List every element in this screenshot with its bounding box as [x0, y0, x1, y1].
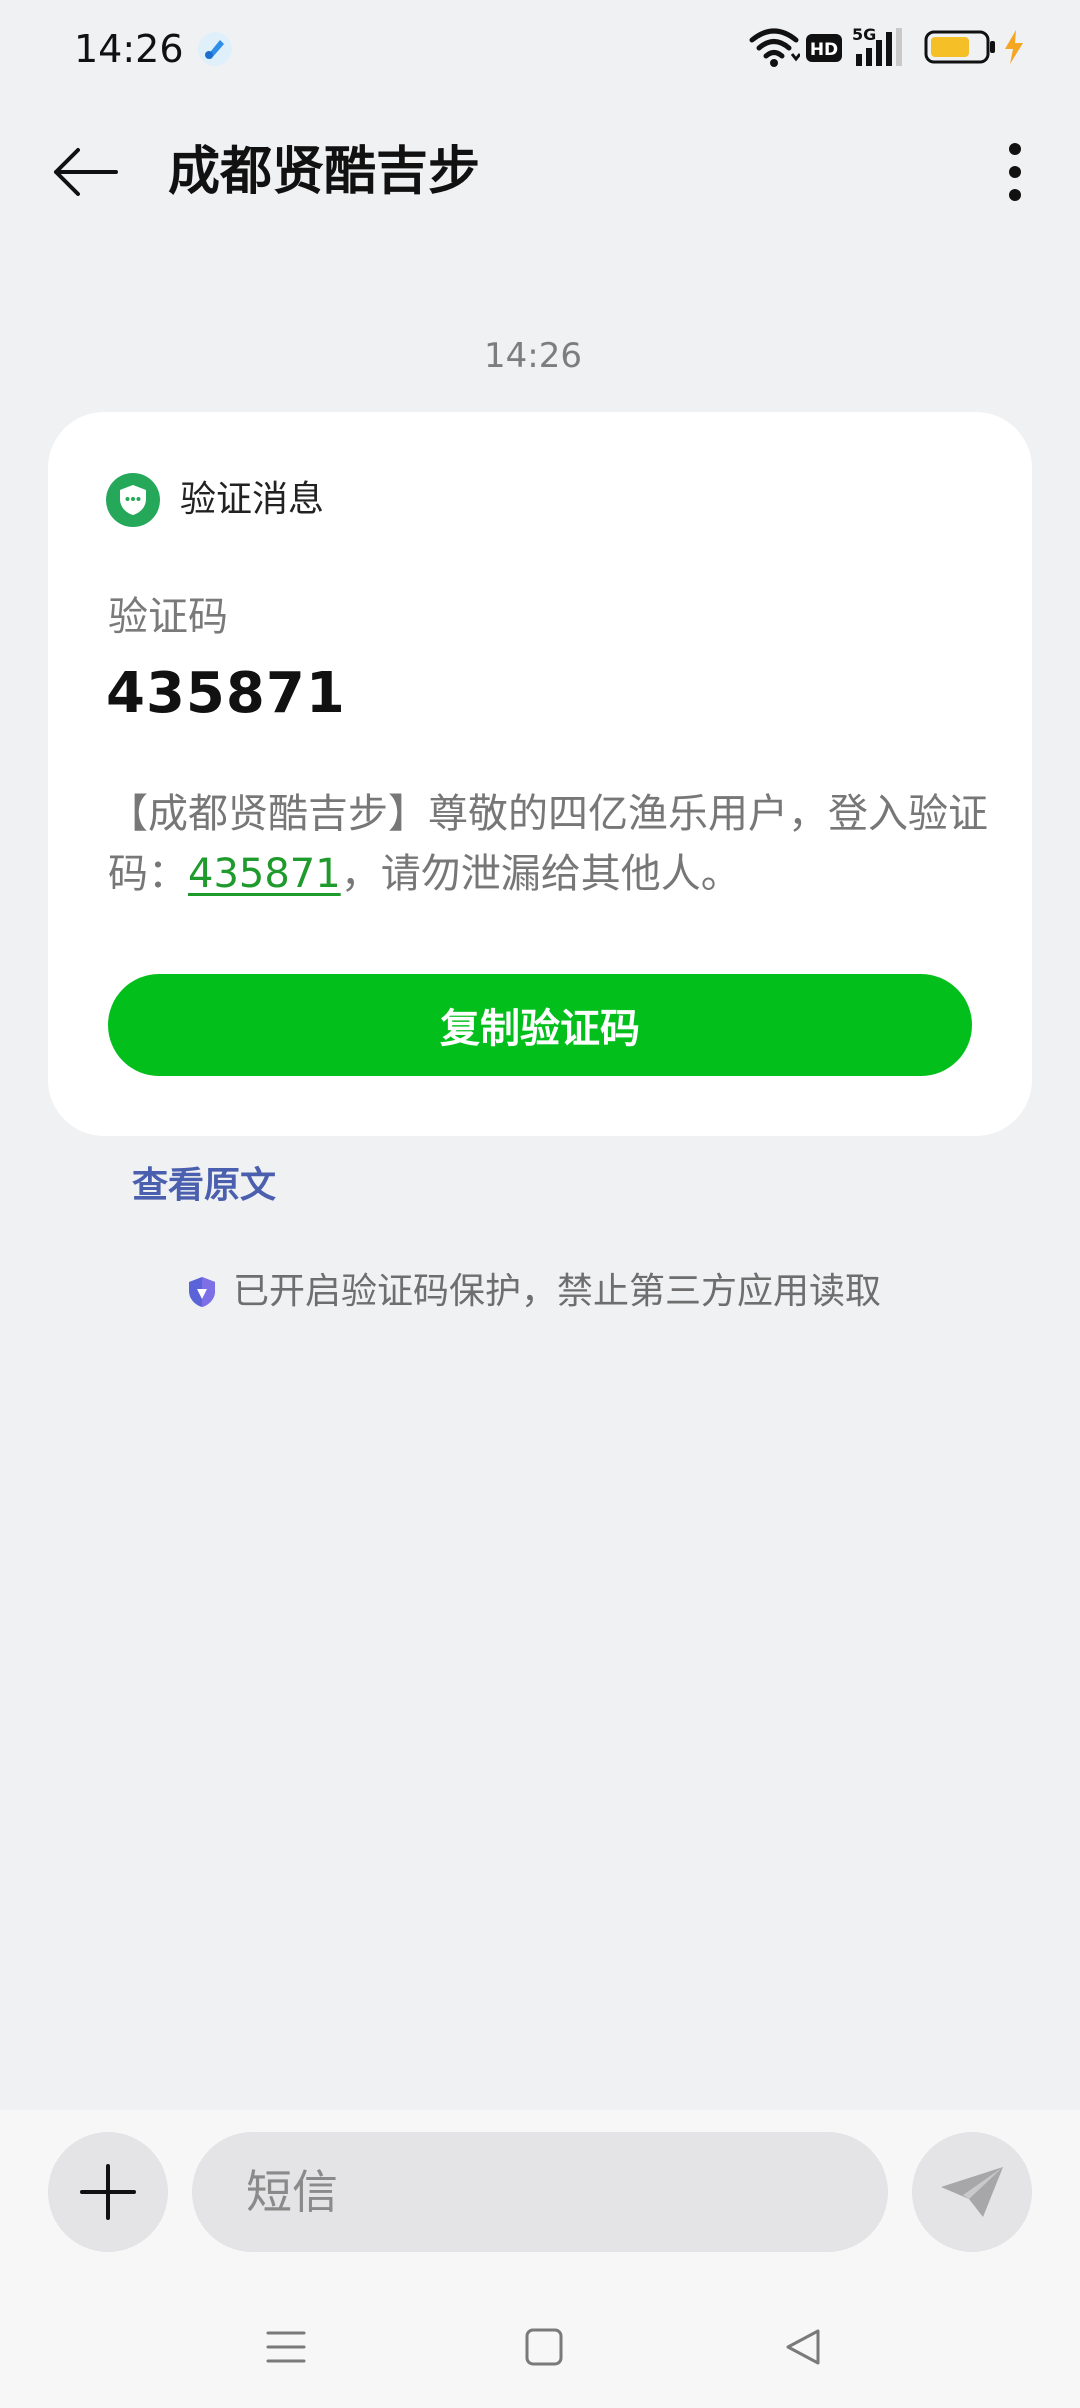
conversation-header: 成都贤酷吉步	[0, 96, 1080, 256]
code-link[interactable]: 435871	[188, 851, 341, 897]
protection-note: 已开启验证码保护，禁止第三方应用读取	[0, 1268, 1066, 1316]
notification-app-icon	[196, 30, 234, 68]
triangle-back-icon	[786, 2329, 820, 2365]
status-indicators: HD 5G	[740, 24, 1080, 72]
hd-icon: HD	[806, 34, 842, 62]
card-header: 验证消息	[106, 472, 324, 528]
add-attachment-button[interactable]	[48, 2132, 168, 2252]
back-arrow-icon	[54, 148, 118, 196]
plus-icon	[80, 2164, 136, 2220]
back-button[interactable]	[40, 132, 130, 212]
message-body: 【成都贤酷吉步】尊敬的四亿渔乐用户，登入验证码：435871，请勿泄漏给其他人。	[108, 784, 988, 904]
nav-back-button[interactable]	[762, 2312, 842, 2382]
verification-code[interactable]: 435871	[106, 660, 346, 728]
battery-icon	[924, 30, 995, 64]
svg-text:HD: HD	[810, 40, 838, 60]
menu-icon	[266, 2331, 306, 2363]
home-square-icon	[525, 2328, 563, 2366]
status-time: 14:26	[74, 27, 184, 71]
wifi-icon	[749, 28, 800, 67]
verification-shield-icon	[106, 473, 160, 527]
view-original-link[interactable]: 查看原文	[132, 1162, 276, 1210]
sms-input[interactable]	[192, 2132, 888, 2252]
more-options-button[interactable]	[980, 132, 1050, 212]
card-header-label: 验证消息	[180, 479, 325, 520]
status-bar: 14:26 HD 5G	[0, 0, 1080, 96]
send-icon	[941, 2167, 1003, 2217]
svg-text:5G: 5G	[852, 25, 876, 44]
home-button[interactable]	[504, 2312, 584, 2382]
verification-message-card[interactable]: 验证消息 验证码 435871 【成都贤酷吉步】尊敬的四亿渔乐用户，登入验证码：…	[48, 412, 1032, 1136]
signal-5g-icon: 5G	[852, 25, 902, 66]
recent-apps-button[interactable]	[246, 2312, 326, 2382]
send-button[interactable]	[912, 2132, 1032, 2252]
message-body-suffix: ，请勿泄漏给其他人。	[340, 851, 741, 897]
more-vertical-icon	[1009, 143, 1021, 201]
page-title: 成都贤酷吉步	[168, 142, 481, 202]
code-label: 验证码	[108, 594, 228, 640]
copy-code-button[interactable]: 复制验证码	[108, 974, 972, 1076]
system-nav-bar	[0, 2290, 1080, 2408]
charging-icon	[1005, 30, 1023, 64]
shield-icon	[188, 1277, 215, 1307]
message-composer	[0, 2110, 1080, 2408]
message-timestamp: 14:26	[484, 336, 582, 376]
protection-note-text: 已开启验证码保护，禁止第三方应用读取	[232, 1271, 881, 1312]
